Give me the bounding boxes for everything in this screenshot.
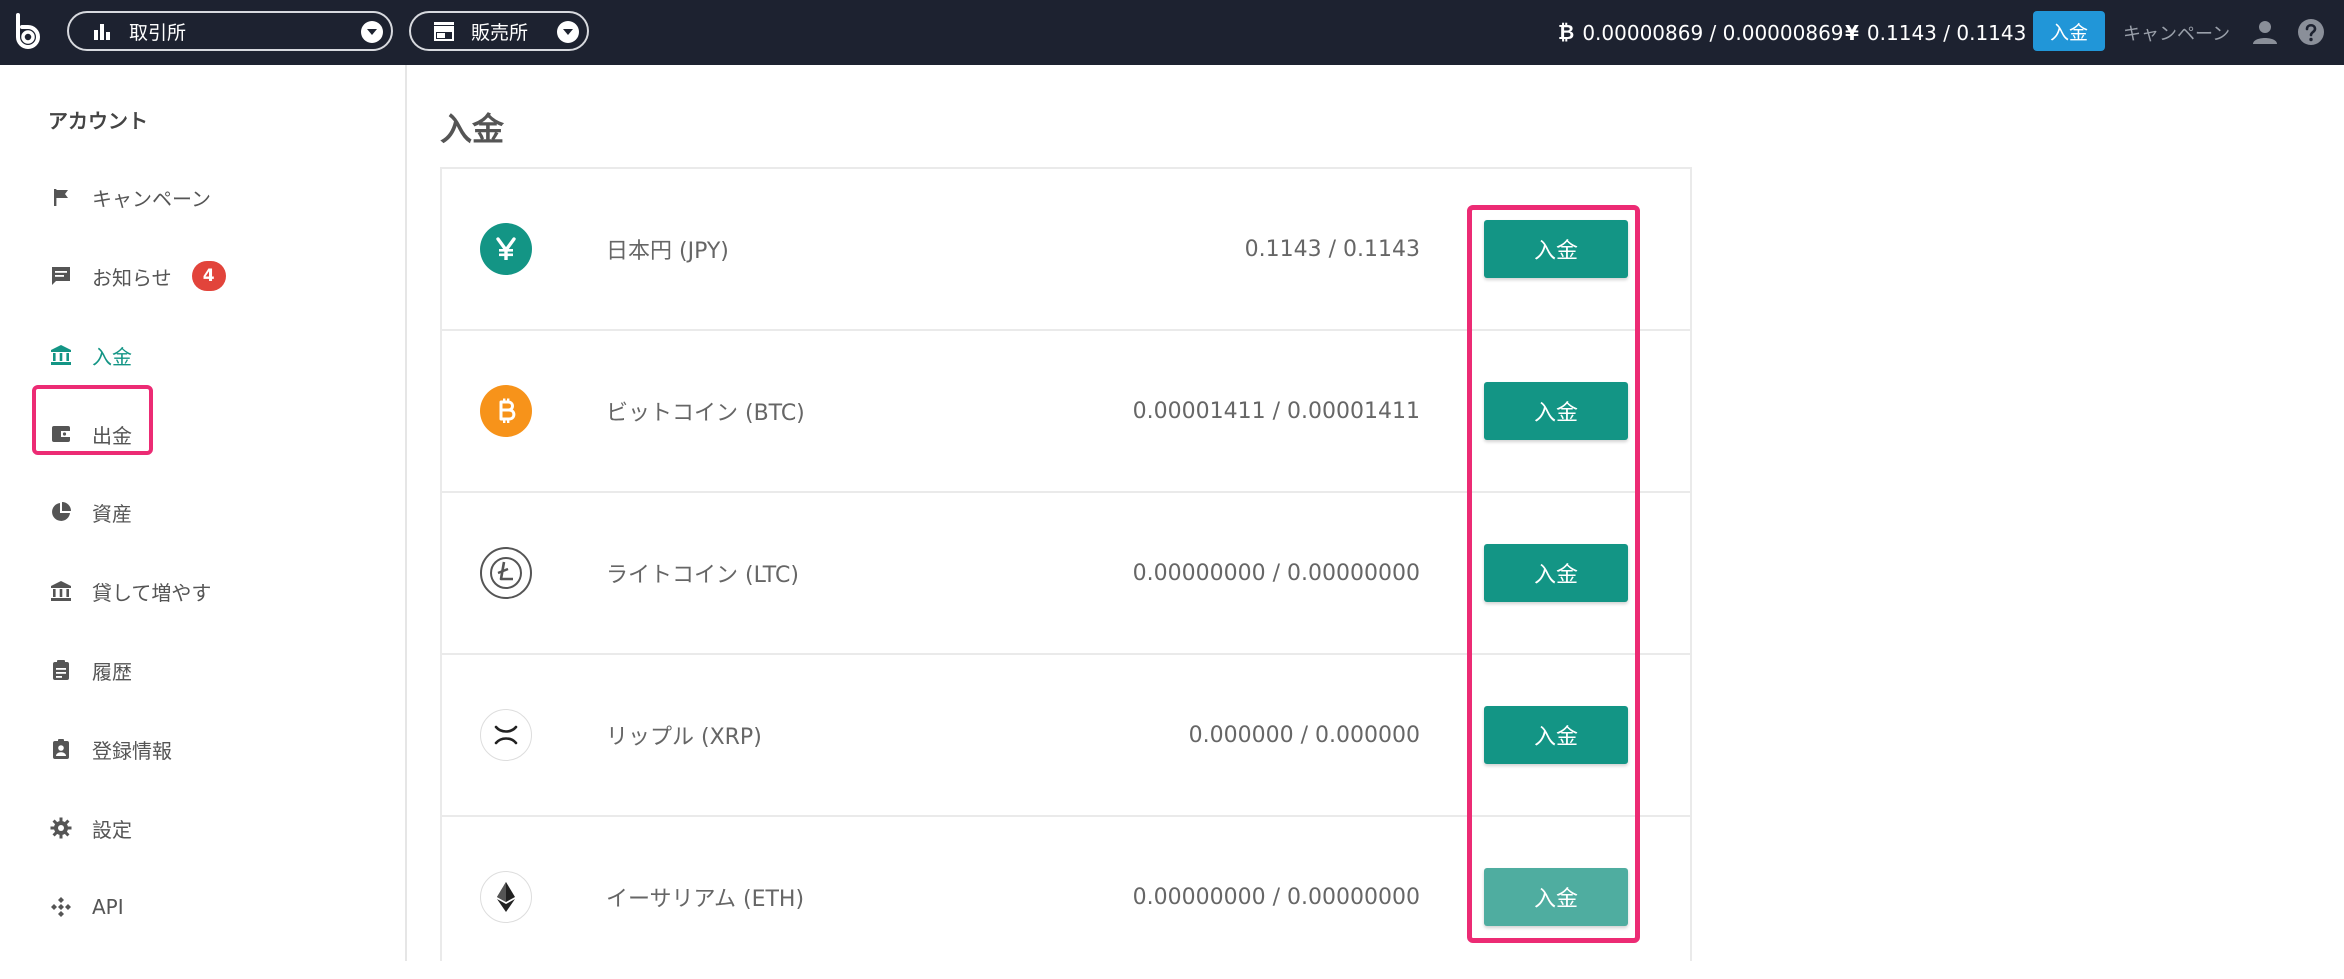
bank-icon — [48, 578, 74, 604]
help-icon[interactable] — [2297, 18, 2325, 46]
message-icon — [48, 263, 74, 289]
bitcoin-icon — [480, 385, 532, 437]
shop-select[interactable]: 販売所 — [409, 11, 589, 51]
currency-name: イーサリアム (ETH) — [606, 887, 805, 912]
chevron-down-icon — [361, 21, 383, 43]
yen-symbol-icon: ¥ — [1845, 20, 1859, 45]
deposit-buttons-highlight — [1467, 205, 1640, 943]
sidebar-item-news[interactable]: お知らせ 4 — [48, 256, 226, 296]
notification-count-badge: 4 — [191, 261, 226, 291]
litecoin-icon — [480, 547, 532, 599]
exchange-select[interactable]: 取引所 — [67, 11, 393, 51]
sidebar-heading: アカウント — [48, 109, 148, 133]
bar-chart-icon — [91, 20, 113, 42]
sidebar-item-label: キャンペーン — [92, 186, 211, 211]
sidebar-item-deposit[interactable]: 入金 — [48, 335, 132, 375]
sidebar-item-label: API — [92, 895, 124, 919]
currency-name: リップル (XRP) — [606, 725, 762, 750]
sidebar-item-history[interactable]: 履歴 — [48, 650, 132, 690]
api-icon — [48, 894, 74, 920]
header-deposit-button[interactable]: 入金 — [2033, 11, 2105, 51]
sidebar-item-label: お知らせ — [92, 265, 172, 290]
bank-icon — [48, 342, 74, 368]
currency-balance: 0.00000000 / 0.00000000 — [1132, 560, 1420, 586]
jpy-balance-value: 0.1143 / 0.1143 — [1866, 20, 2027, 45]
page-title: 入金 — [440, 110, 505, 148]
currency-balance: 0.00000000 / 0.00000000 — [1132, 884, 1420, 910]
sidebar-item-settings[interactable]: 設定 — [48, 808, 132, 848]
header-campaign-link[interactable]: キャンペーン — [2123, 0, 2230, 65]
account-sidebar: アカウント キャンペーン お知らせ 4 入金 出金 資産 貸して増やす 履歴 登… — [0, 65, 407, 961]
sidebar-item-registration[interactable]: 登録情報 — [48, 729, 172, 769]
store-icon — [433, 20, 455, 42]
shop-select-label: 販売所 — [471, 21, 529, 44]
sidebar-item-lending[interactable]: 貸して増やす — [48, 571, 211, 611]
chevron-down-icon — [557, 21, 579, 43]
btc-balance: ₿ 0.00000869 / 0.00000869 — [1558, 0, 1844, 65]
jpy-balance: ¥ 0.1143 / 0.1143 — [1845, 0, 2026, 65]
currency-balance: 0.000000 / 0.000000 — [1188, 722, 1420, 748]
deposit-nav-highlight — [32, 385, 153, 455]
badge-icon — [48, 736, 74, 762]
sidebar-item-assets[interactable]: 資産 — [48, 492, 132, 532]
sidebar-item-api[interactable]: API — [48, 887, 124, 927]
flag-icon — [48, 184, 74, 210]
sidebar-item-label: 資産 — [92, 501, 132, 526]
gear-icon — [48, 815, 74, 841]
sidebar-item-label: 履歴 — [92, 659, 132, 684]
clipboard-icon — [48, 657, 74, 683]
yen-icon — [480, 223, 532, 275]
pie-chart-icon — [48, 499, 74, 525]
user-icon[interactable] — [2252, 19, 2278, 45]
currency-name: 日本円 (JPY) — [606, 239, 729, 264]
exchange-select-label: 取引所 — [129, 21, 187, 44]
sidebar-item-campaign[interactable]: キャンペーン — [48, 177, 211, 217]
currency-name: ライトコイン (LTC) — [606, 563, 799, 588]
btc-balance-value: 0.00000869 / 0.00000869 — [1582, 20, 1844, 45]
sidebar-item-label: 貸して増やす — [92, 580, 212, 605]
bitcoin-symbol-icon: ₿ — [1558, 20, 1575, 44]
currency-balance: 0.00001411 / 0.00001411 — [1132, 398, 1420, 424]
sidebar-item-label: 登録情報 — [92, 738, 172, 763]
currency-balance: 0.1143 / 0.1143 — [1244, 236, 1420, 262]
top-navigation-bar: 取引所 販売所 ₿ 0.00000869 / 0.00000869 ¥ 0.11… — [0, 0, 2344, 65]
currency-name: ビットコイン (BTC) — [606, 401, 805, 426]
ethereum-icon — [480, 871, 532, 923]
ripple-icon — [480, 709, 532, 761]
sidebar-item-label: 入金 — [92, 344, 132, 369]
sidebar-item-label: 設定 — [92, 817, 132, 842]
bitbank-logo-icon[interactable] — [12, 13, 46, 49]
